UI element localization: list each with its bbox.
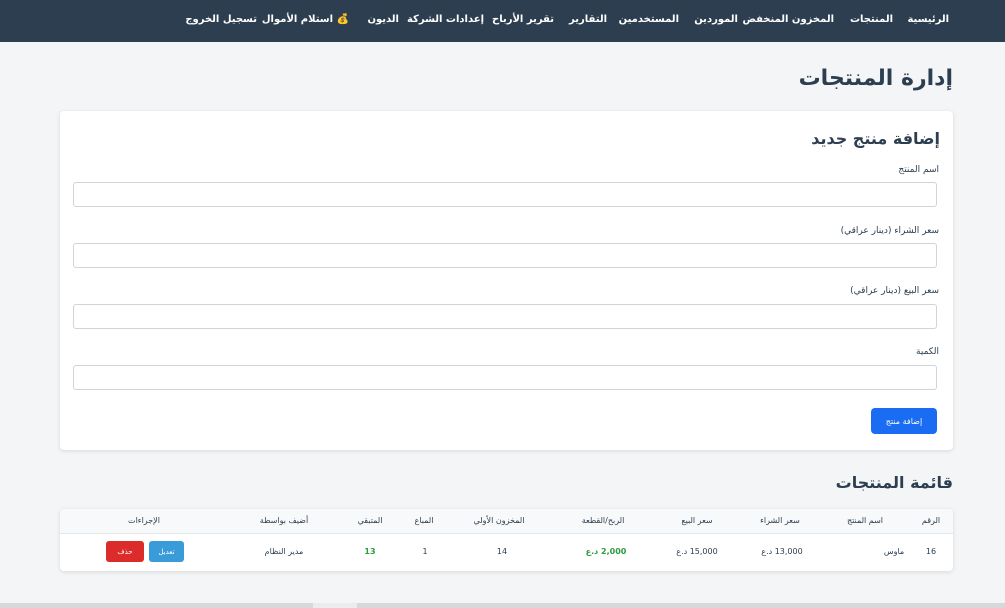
add-product-card: إضافة منتج جديد اسم المنتج سعر الشراء (د… — [60, 111, 953, 450]
cell-initial-stock: 14 — [496, 547, 508, 556]
product-name-input[interactable] — [73, 182, 937, 207]
nav-products[interactable]: المنتجات — [850, 0, 893, 42]
products-table: الرقم اسم المنتج سعر الشراء سعر البيع ال… — [60, 509, 953, 571]
cell-sale-price: 15,000 د.ع — [676, 547, 718, 556]
products-list-title: قائمة المنتجات — [835, 473, 953, 492]
cell-added-by: مدير النظام — [264, 547, 304, 556]
top-navbar: الرئيسية المنتجات المخزون المنخفض المورد… — [0, 0, 1005, 42]
col-remaining-header: المتبقي — [357, 516, 383, 525]
cell-purchase-price: 13,000 د.ع — [761, 547, 803, 556]
col-added-by-header: أضيف بواسطة — [259, 516, 309, 525]
nav-debts[interactable]: الديون — [367, 0, 399, 42]
add-product-title: إضافة منتج جديد — [811, 129, 940, 148]
add-product-button[interactable]: إضافة منتج — [871, 408, 937, 434]
nav-profit-report[interactable]: تقرير الأرباح — [492, 0, 554, 42]
quantity-label: الكمية — [916, 347, 939, 357]
nav-home[interactable]: الرئيسية — [907, 0, 949, 42]
col-initial-stock-header: المخزون الأولي — [473, 516, 525, 525]
sale-price-input[interactable] — [73, 304, 937, 329]
cell-profit: 2,000 د.ع — [585, 547, 627, 556]
page-title: إدارة المنتجات — [798, 66, 953, 91]
purchase-price-label: سعر الشراء (دينار عراقي) — [840, 226, 939, 236]
nav-reports[interactable]: التقارير — [569, 0, 607, 42]
edit-button[interactable]: تعديل — [149, 541, 184, 562]
nav-suppliers[interactable]: الموردين — [694, 0, 738, 42]
col-actions-header: الإجراءات — [128, 516, 160, 525]
table-header: الرقم اسم المنتج سعر الشراء سعر البيع ال… — [60, 509, 953, 534]
col-sale-header: سعر البيع — [681, 516, 713, 525]
col-purchase-header: سعر الشراء — [760, 516, 800, 525]
purchase-price-input[interactable] — [73, 243, 937, 268]
scrollbar-thumb[interactable] — [313, 603, 357, 608]
col-sold-header: المباع — [414, 516, 434, 525]
col-id-header: الرقم — [921, 516, 941, 525]
col-profit-header: الربح/القطعة — [581, 516, 625, 525]
cell-name: ماوس — [883, 547, 905, 556]
col-name-header: اسم المنتج — [846, 516, 884, 525]
cell-remaining: 13 — [364, 547, 376, 556]
delete-button[interactable]: حذف — [106, 541, 144, 562]
nav-receive-money[interactable]: 💰 استلام الأموال — [262, 0, 349, 42]
nav-company-settings[interactable]: إعدادات الشركة — [407, 0, 484, 42]
cell-id: 16 — [925, 547, 937, 556]
horizontal-scrollbar[interactable] — [0, 603, 1005, 608]
cell-sold: 1 — [422, 547, 428, 556]
nav-users[interactable]: المستخدمين — [619, 0, 679, 42]
nav-low-stock[interactable]: المخزون المنخفض — [742, 0, 834, 42]
sale-price-label: سعر البيع (دينار عراقي) — [850, 286, 939, 296]
quantity-input[interactable] — [73, 365, 937, 390]
product-name-label: اسم المنتج — [898, 165, 939, 175]
nav-logout[interactable]: تسجيل الخروج — [185, 0, 257, 42]
